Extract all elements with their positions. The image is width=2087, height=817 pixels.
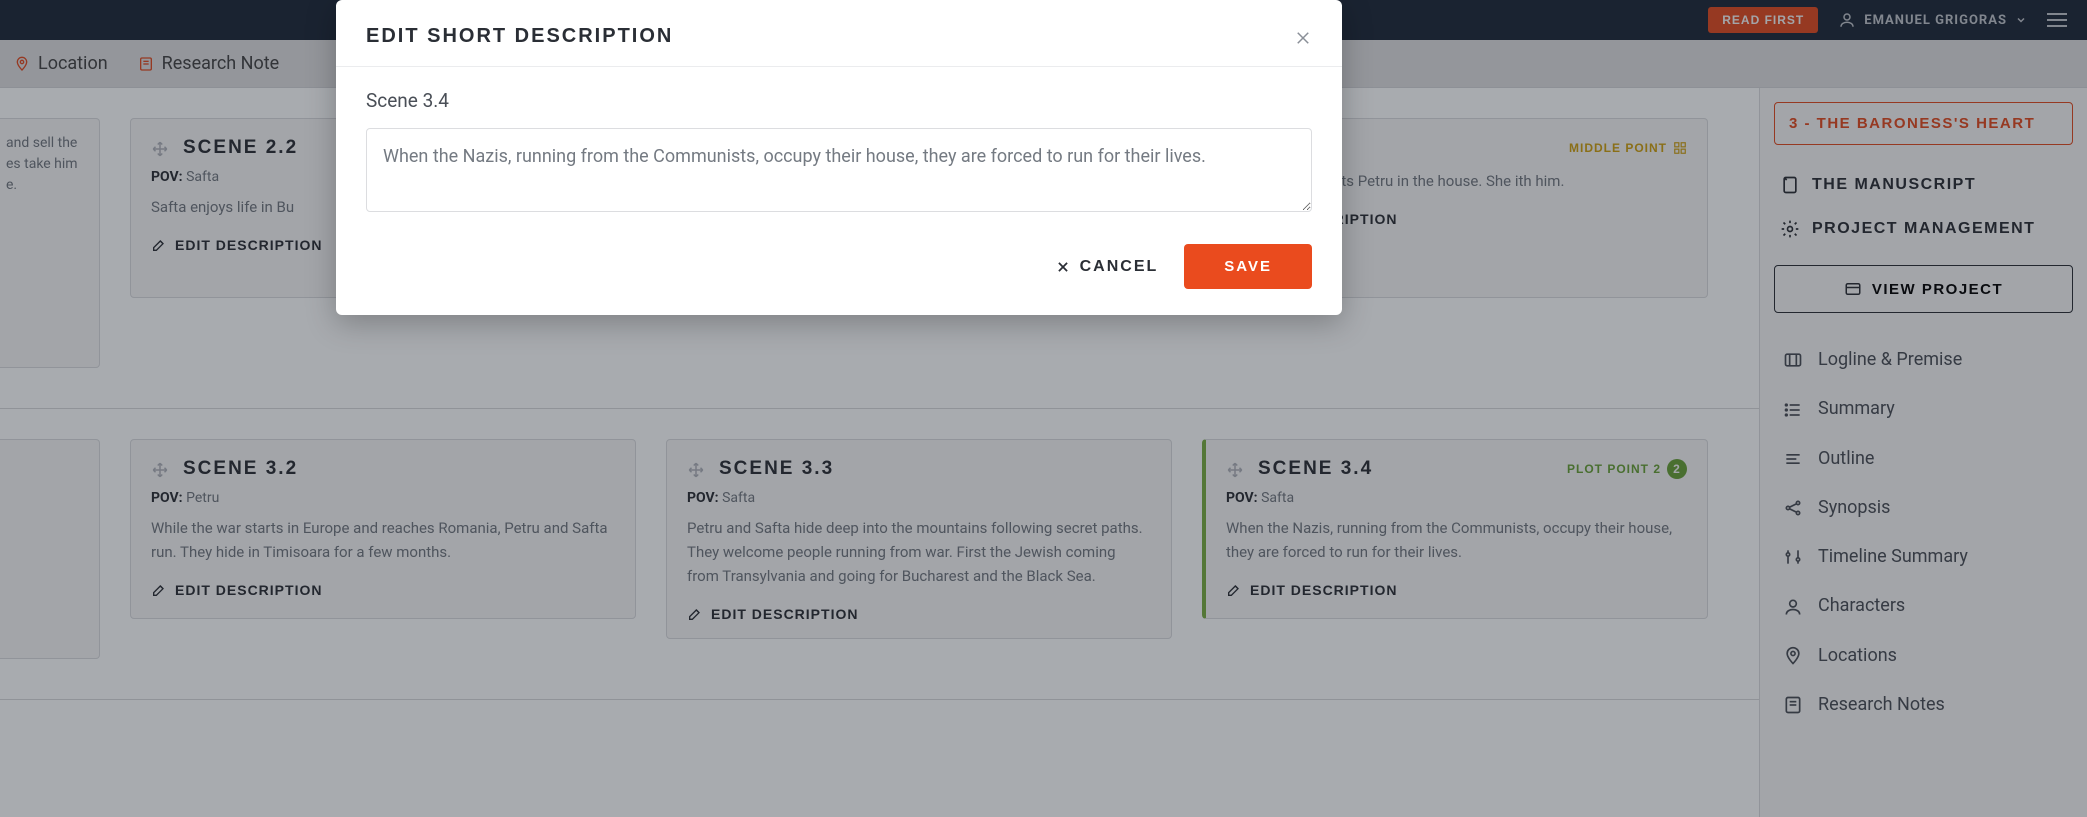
cancel-label: CANCEL bbox=[1080, 258, 1159, 276]
save-button[interactable]: SAVE bbox=[1184, 244, 1312, 289]
modal-close-button[interactable] bbox=[1294, 24, 1312, 48]
description-textarea[interactable] bbox=[366, 128, 1312, 212]
modal-scene-label: Scene 3.4 bbox=[366, 89, 1312, 112]
modal-title: EDIT SHORT DESCRIPTION bbox=[366, 25, 673, 48]
close-icon bbox=[1294, 29, 1312, 47]
edit-description-modal: EDIT SHORT DESCRIPTION Scene 3.4 CANCEL … bbox=[336, 0, 1342, 315]
cancel-button[interactable]: CANCEL bbox=[1056, 258, 1159, 276]
close-icon bbox=[1056, 260, 1070, 274]
